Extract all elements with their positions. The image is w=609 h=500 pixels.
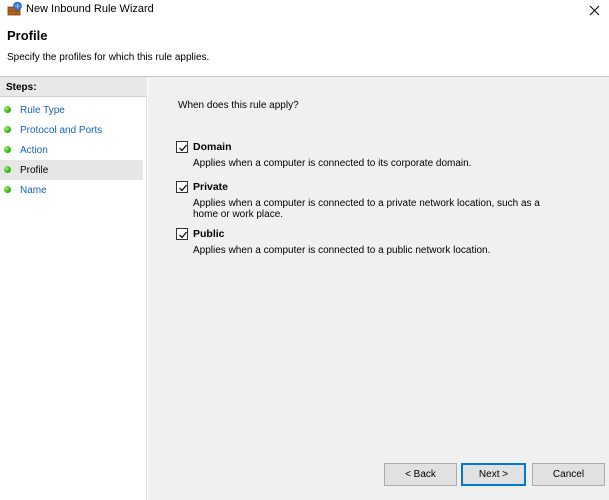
sidebar-item-action[interactable]: Action <box>0 140 143 160</box>
step-status-icon <box>4 126 11 133</box>
public-label[interactable]: Public <box>193 228 225 240</box>
back-button[interactable]: < Back <box>384 463 457 486</box>
steps-heading: Steps: <box>0 77 147 97</box>
question-label: When does this rule apply? <box>178 100 299 111</box>
public-description: Applies when a computer is connected to … <box>193 245 491 256</box>
step-status-icon <box>4 166 11 173</box>
firewall-app-icon <box>7 1 23 17</box>
sidebar-item-rule-type[interactable]: Rule Type <box>0 100 143 120</box>
wizard-header: Profile Specify the profiles for which t… <box>0 20 609 77</box>
private-label[interactable]: Private <box>193 181 228 193</box>
sidebar-item-name[interactable]: Name <box>0 180 143 200</box>
private-description: Applies when a computer is connected to … <box>193 198 540 220</box>
domain-checkbox[interactable] <box>176 141 188 153</box>
steps-heading-label: Steps: <box>6 82 37 93</box>
next-button[interactable]: Next > <box>461 463 526 486</box>
sidebar-item-label: Profile <box>20 165 49 176</box>
step-status-icon <box>4 146 11 153</box>
domain-label[interactable]: Domain <box>193 141 232 153</box>
private-checkbox[interactable] <box>176 181 188 193</box>
checkmark-icon <box>179 144 187 152</box>
step-status-icon <box>4 186 11 193</box>
sidebar-item-label[interactable]: Action <box>20 145 48 156</box>
domain-description: Applies when a computer is connected to … <box>193 158 472 169</box>
checkmark-icon <box>179 231 187 239</box>
checkmark-icon <box>179 184 187 192</box>
steps-sidebar: Steps: Rule Type Protocol and Ports Acti… <box>0 77 147 500</box>
step-status-icon <box>4 106 11 113</box>
main-panel: When does this rule apply? Domain Applie… <box>148 77 609 500</box>
page-subtitle: Specify the profiles for which this rule… <box>7 52 210 63</box>
cancel-button[interactable]: Cancel <box>532 463 605 486</box>
sidebar-item-label[interactable]: Name <box>20 185 47 196</box>
public-checkbox[interactable] <box>176 228 188 240</box>
sidebar-item-protocol-ports[interactable]: Protocol and Ports <box>0 120 143 140</box>
sidebar-item-profile: Profile <box>0 160 143 180</box>
sidebar-item-label[interactable]: Rule Type <box>20 105 65 116</box>
window-title: New Inbound Rule Wizard <box>26 3 154 15</box>
page-title: Profile <box>7 28 48 43</box>
title-bar: New Inbound Rule Wizard <box>0 0 609 20</box>
sidebar-item-label[interactable]: Protocol and Ports <box>20 125 102 136</box>
close-icon[interactable] <box>583 0 605 20</box>
